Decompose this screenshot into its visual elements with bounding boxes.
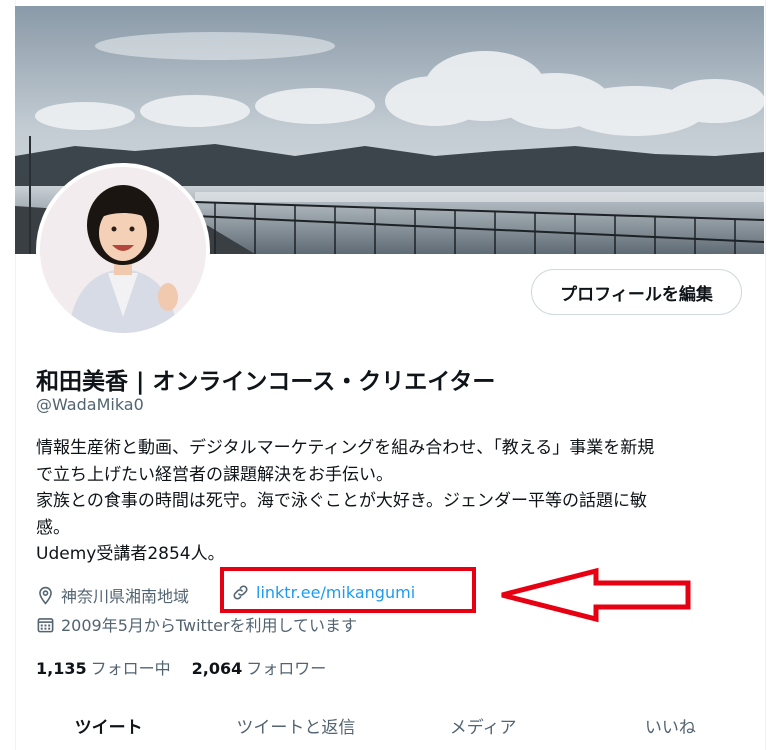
annotation-arrow-icon <box>501 567 691 623</box>
profile-location: 神奈川県湘南地域 <box>36 583 189 607</box>
profile-avatar[interactable] <box>36 163 210 337</box>
followers-link[interactable]: 2,064 フォロワー <box>192 655 327 679</box>
profile-handle: @WadaMika0 <box>36 395 144 414</box>
bio-line: 情報生産術と動画、デジタルマーケティングを組み合わせ、「教える」事業を新規 <box>36 438 655 458</box>
following-label: フォロー中 <box>90 659 171 678</box>
follow-stats: 1,135 フォロー中 2,064 フォロワー <box>36 655 347 679</box>
calendar-icon <box>37 617 54 632</box>
followers-label: フォロワー <box>246 659 327 678</box>
followers-count: 2,064 <box>191 659 243 678</box>
edit-profile-button[interactable]: プロフィールを編集 <box>531 269 742 315</box>
bio-line: 家族との食事の時間は死守。海で泳ぐことが大好き。ジェンダー平等の話題に敏 <box>36 491 647 511</box>
following-count: 1,135 <box>36 659 87 678</box>
tab-likes[interactable]: いいね <box>577 700 764 750</box>
following-link[interactable]: 1,135 フォロー中 <box>36 655 171 679</box>
profile-bio: 情報生産術と動画、デジタルマーケティングを組み合わせ、「教える」事業を新規 で立… <box>36 435 736 568</box>
annotation-highlight-box <box>220 567 476 613</box>
tab-tweets[interactable]: ツイート <box>15 700 202 750</box>
tab-media[interactable]: メディア <box>390 700 577 750</box>
joined-text: 2009年5月からTwitterを利用しています <box>61 616 358 635</box>
profile-joined: 2009年5月からTwitterを利用しています <box>36 612 357 636</box>
bio-line: Udemy受講者2854人。 <box>36 544 225 564</box>
tab-tweets-and-replies[interactable]: ツイートと返信 <box>202 700 389 750</box>
bio-line: 感。 <box>36 517 70 538</box>
profile-display-name: 和田美香 | オンラインコース・クリエイター <box>36 369 496 395</box>
location-text: 神奈川県湘南地域 <box>61 587 190 606</box>
location-pin-icon <box>39 586 52 605</box>
profile-tabs: ツイート ツイートと返信 メディア いいね <box>15 700 764 750</box>
bio-line: で立ち上げたい経営者の課題解決をお手伝い。 <box>36 464 393 485</box>
